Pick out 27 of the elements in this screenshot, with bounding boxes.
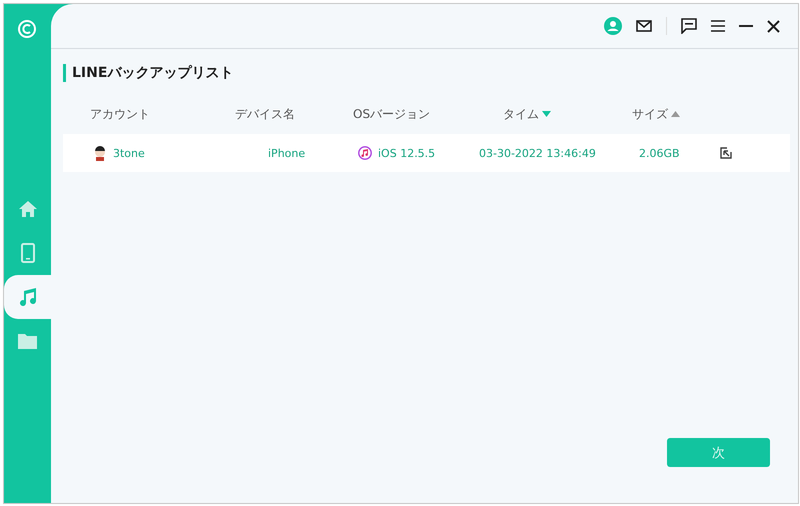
sort-up-icon[interactable] <box>671 111 680 117</box>
table-cell: iOS 12.5.5 <box>358 146 479 160</box>
phone-icon <box>20 243 34 263</box>
avatar-icon <box>93 146 107 160</box>
table-cell: 3tone <box>93 146 268 160</box>
table-cell-text: 03-30-2022 13:46:49 <box>479 146 597 160</box>
page-title: LINEバックアップリスト <box>63 64 798 82</box>
export-icon[interactable] <box>720 147 732 159</box>
table-cell-text: 2.06GB <box>639 146 681 160</box>
sort-down-icon[interactable] <box>542 111 551 117</box>
logo-icon <box>17 19 37 39</box>
column-header[interactable]: サイズ <box>632 106 732 122</box>
mail-icon[interactable] <box>636 20 652 32</box>
column-header[interactable]: アカウント <box>90 106 235 122</box>
column-header[interactable]: タイム <box>503 106 632 122</box>
close-icon[interactable] <box>767 20 780 32</box>
table-cell-text: iPhone <box>268 146 306 160</box>
column-header[interactable]: デバイス名 <box>235 106 353 122</box>
menu-icon[interactable] <box>711 20 725 32</box>
chat-icon[interactable] <box>681 18 697 34</box>
column-header[interactable]: OSバージョン <box>353 106 503 122</box>
folder-icon <box>18 333 37 349</box>
user-icon[interactable] <box>604 17 622 35</box>
music-note-icon <box>358 146 372 160</box>
music-note-icon <box>18 288 36 306</box>
sidebar-item[interactable] <box>4 275 51 319</box>
home-icon <box>18 201 36 217</box>
